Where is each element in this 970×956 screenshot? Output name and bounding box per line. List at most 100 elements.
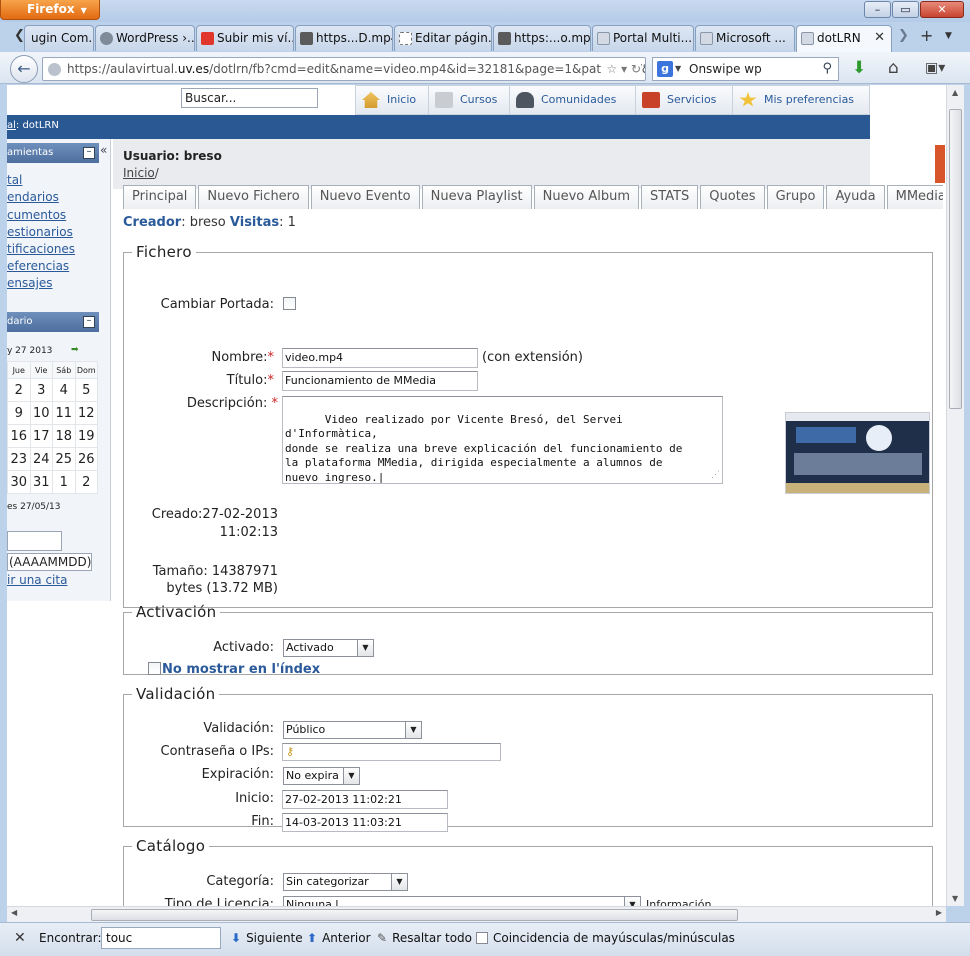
minimize-portlet-icon[interactable]: – bbox=[83, 316, 95, 328]
minimize-icon[interactable]: – bbox=[864, 1, 891, 18]
resize-grip-icon[interactable]: ⋰ bbox=[711, 468, 720, 483]
calendar-day[interactable]: 30 bbox=[7, 470, 31, 494]
calendar-day[interactable]: 26 bbox=[74, 447, 98, 471]
calendar-day[interactable]: 4 bbox=[52, 378, 76, 402]
topnav-comunidades[interactable]: Comunidades bbox=[510, 86, 636, 114]
firefox-menu-button[interactable]: Firefox ▼ bbox=[0, 0, 100, 20]
browser-tab-active[interactable]: dotLRN ✕ bbox=[796, 25, 892, 53]
nombre-input[interactable]: video.mp4 bbox=[282, 348, 478, 368]
tab-nuevo-album[interactable]: Nuevo Album bbox=[533, 185, 640, 209]
tabs-scroll-right-icon[interactable]: ❯ bbox=[898, 28, 909, 43]
sidebar-text-input[interactable] bbox=[7, 531, 62, 551]
calendar-day[interactable]: 11 bbox=[52, 401, 76, 425]
calendar-day[interactable]: 25 bbox=[52, 447, 76, 471]
tab-nuevo-fichero[interactable]: Nuevo Fichero bbox=[198, 185, 309, 209]
browser-tab[interactable]: Editar págin... bbox=[394, 25, 492, 51]
breadcrumb-link[interactable]: al bbox=[7, 120, 16, 131]
activado-select[interactable]: Activado ▼ bbox=[283, 639, 374, 657]
scroll-right-icon[interactable]: ▶ bbox=[936, 908, 942, 917]
tab-grupo[interactable]: Grupo bbox=[766, 185, 825, 209]
vertical-scrollbar[interactable]: ▲ ▼ bbox=[946, 85, 964, 906]
tab-nueva-playlist[interactable]: Nueva Playlist bbox=[421, 185, 532, 209]
sidebar-link-portal[interactable]: tal bbox=[7, 172, 22, 189]
search-icon[interactable]: ⚲ bbox=[822, 58, 832, 80]
next-month-icon[interactable]: ➡ bbox=[71, 345, 79, 355]
bookmark-star-icon[interactable]: ☆ bbox=[606, 62, 617, 76]
browser-tab[interactable]: https...D.mp4 bbox=[295, 25, 393, 51]
calendar-day[interactable]: 2 bbox=[7, 378, 31, 402]
browser-tab[interactable]: WordPress ›... bbox=[95, 25, 195, 51]
sidebar-link-calendarios[interactable]: endarios bbox=[7, 189, 59, 206]
validacion-select[interactable]: Público ▼ bbox=[283, 721, 422, 739]
topnav-servicios[interactable]: Servicios bbox=[636, 86, 733, 114]
scroll-left-icon[interactable]: ◀ bbox=[11, 908, 17, 917]
browser-tab[interactable]: Portal Multi... bbox=[592, 25, 694, 51]
expiracion-select[interactable]: No expira ▼ bbox=[283, 767, 360, 785]
highlight-all-button[interactable]: ✎ Resaltar todo bbox=[377, 931, 472, 945]
home-icon[interactable]: ⌂ bbox=[888, 58, 899, 78]
informacion-link[interactable]: Información bbox=[646, 898, 711, 906]
scrollbar-thumb[interactable] bbox=[91, 909, 738, 921]
browser-tab[interactable]: Microsoft ... bbox=[695, 25, 795, 51]
sidebar-link-notificaciones[interactable]: tificaciones bbox=[7, 241, 75, 258]
calendar-day[interactable]: 17 bbox=[29, 424, 53, 448]
reload-icon[interactable]: ↻ bbox=[631, 62, 641, 76]
contrasena-input[interactable]: ⚷ bbox=[282, 743, 501, 761]
google-icon[interactable]: g bbox=[657, 61, 673, 77]
collapse-sidebar-icon[interactable]: « bbox=[100, 143, 107, 157]
calendar-day[interactable]: 2 bbox=[74, 470, 98, 494]
close-findbar-icon[interactable]: ✕ bbox=[14, 930, 26, 946]
topnav-inicio[interactable]: Inicio bbox=[356, 86, 429, 114]
descripcion-textarea[interactable]: Video realizado por Vicente Bresó, del S… bbox=[282, 396, 723, 484]
horizontal-scrollbar[interactable]: ◀ ▶ bbox=[7, 906, 946, 922]
browser-tab[interactable]: https:...o.mp4 bbox=[493, 25, 591, 51]
side-handle[interactable] bbox=[935, 145, 945, 183]
browser-tab[interactable]: Subir mis ví... bbox=[196, 25, 294, 51]
date-input[interactable]: (AAAAMMDD) bbox=[7, 553, 92, 571]
find-previous-button[interactable]: ⬆ Anterior bbox=[307, 931, 371, 945]
sidebar-link-documentos[interactable]: cumentos bbox=[7, 207, 66, 224]
new-tab-icon[interactable]: + bbox=[920, 26, 933, 45]
match-case-checkbox[interactable] bbox=[476, 932, 488, 944]
calendar-day[interactable]: 19 bbox=[74, 424, 98, 448]
dropdown-icon[interactable]: ▾ bbox=[621, 62, 627, 76]
sidebar-link-preferencias[interactable]: eferencias bbox=[7, 258, 69, 275]
back-button[interactable]: ← bbox=[10, 55, 38, 83]
scrollbar-thumb[interactable] bbox=[949, 109, 962, 409]
calendar-day[interactable]: 18 bbox=[52, 424, 76, 448]
bookmarks-menu-icon[interactable]: ▣▾ bbox=[925, 60, 945, 76]
calendar-day[interactable]: 10 bbox=[29, 401, 53, 425]
add-appointment-link[interactable]: ir una cita bbox=[7, 573, 67, 587]
calendar-day[interactable]: 5 bbox=[74, 378, 98, 402]
inicio-link[interactable]: Inicio bbox=[123, 166, 155, 180]
calendar-day[interactable]: 24 bbox=[29, 447, 53, 471]
sidebar-link-cuestionarios[interactable]: estionarios bbox=[7, 224, 73, 241]
scroll-up-icon[interactable]: ▲ bbox=[952, 88, 958, 97]
find-input[interactable]: touc bbox=[101, 927, 221, 949]
search-engine-box[interactable]: g ▼ Onswipe wp ⚲ bbox=[652, 57, 839, 81]
calendar-day[interactable]: 16 bbox=[7, 424, 31, 448]
minimize-portlet-icon[interactable]: – bbox=[83, 147, 95, 159]
calendar-day[interactable]: 23 bbox=[7, 447, 31, 471]
tab-quotes[interactable]: Quotes bbox=[700, 185, 765, 209]
find-next-button[interactable]: ⬇ Siguiente bbox=[231, 931, 303, 945]
cambiar-portada-checkbox[interactable] bbox=[283, 297, 296, 310]
chevron-down-icon[interactable]: ▼ bbox=[675, 58, 681, 80]
download-icon[interactable]: ⬇ bbox=[852, 58, 866, 78]
sidebar-link-mensajes[interactable]: ensajes bbox=[7, 275, 53, 292]
tab-nuevo-evento[interactable]: Nuevo Evento bbox=[310, 185, 420, 209]
topnav-mis-preferencias[interactable]: Mis preferencias bbox=[733, 86, 869, 114]
calendar-day[interactable]: 3 bbox=[29, 378, 53, 402]
tab-ayuda[interactable]: Ayuda bbox=[826, 185, 885, 209]
licencia-select[interactable]: Ninguna l... ▼ bbox=[283, 896, 641, 906]
tab-stats[interactable]: STATS bbox=[641, 185, 699, 209]
maximize-icon[interactable]: ▭ bbox=[892, 1, 919, 18]
calendar-day[interactable]: 1 bbox=[52, 470, 76, 494]
url-bar[interactable]: https://aulavirtual.uv.es/dotlrn/fb?cmd=… bbox=[42, 57, 646, 81]
tab-mmedia[interactable]: MMedia s bbox=[886, 185, 943, 209]
topnav-cursos[interactable]: Cursos bbox=[429, 86, 510, 114]
fin-date-input[interactable]: 14-03-2013 11:03:21 bbox=[282, 813, 448, 832]
calendar-day[interactable]: 9 bbox=[7, 401, 31, 425]
scroll-down-icon[interactable]: ▼ bbox=[952, 894, 958, 903]
tab-principal[interactable]: Principal bbox=[123, 185, 197, 209]
